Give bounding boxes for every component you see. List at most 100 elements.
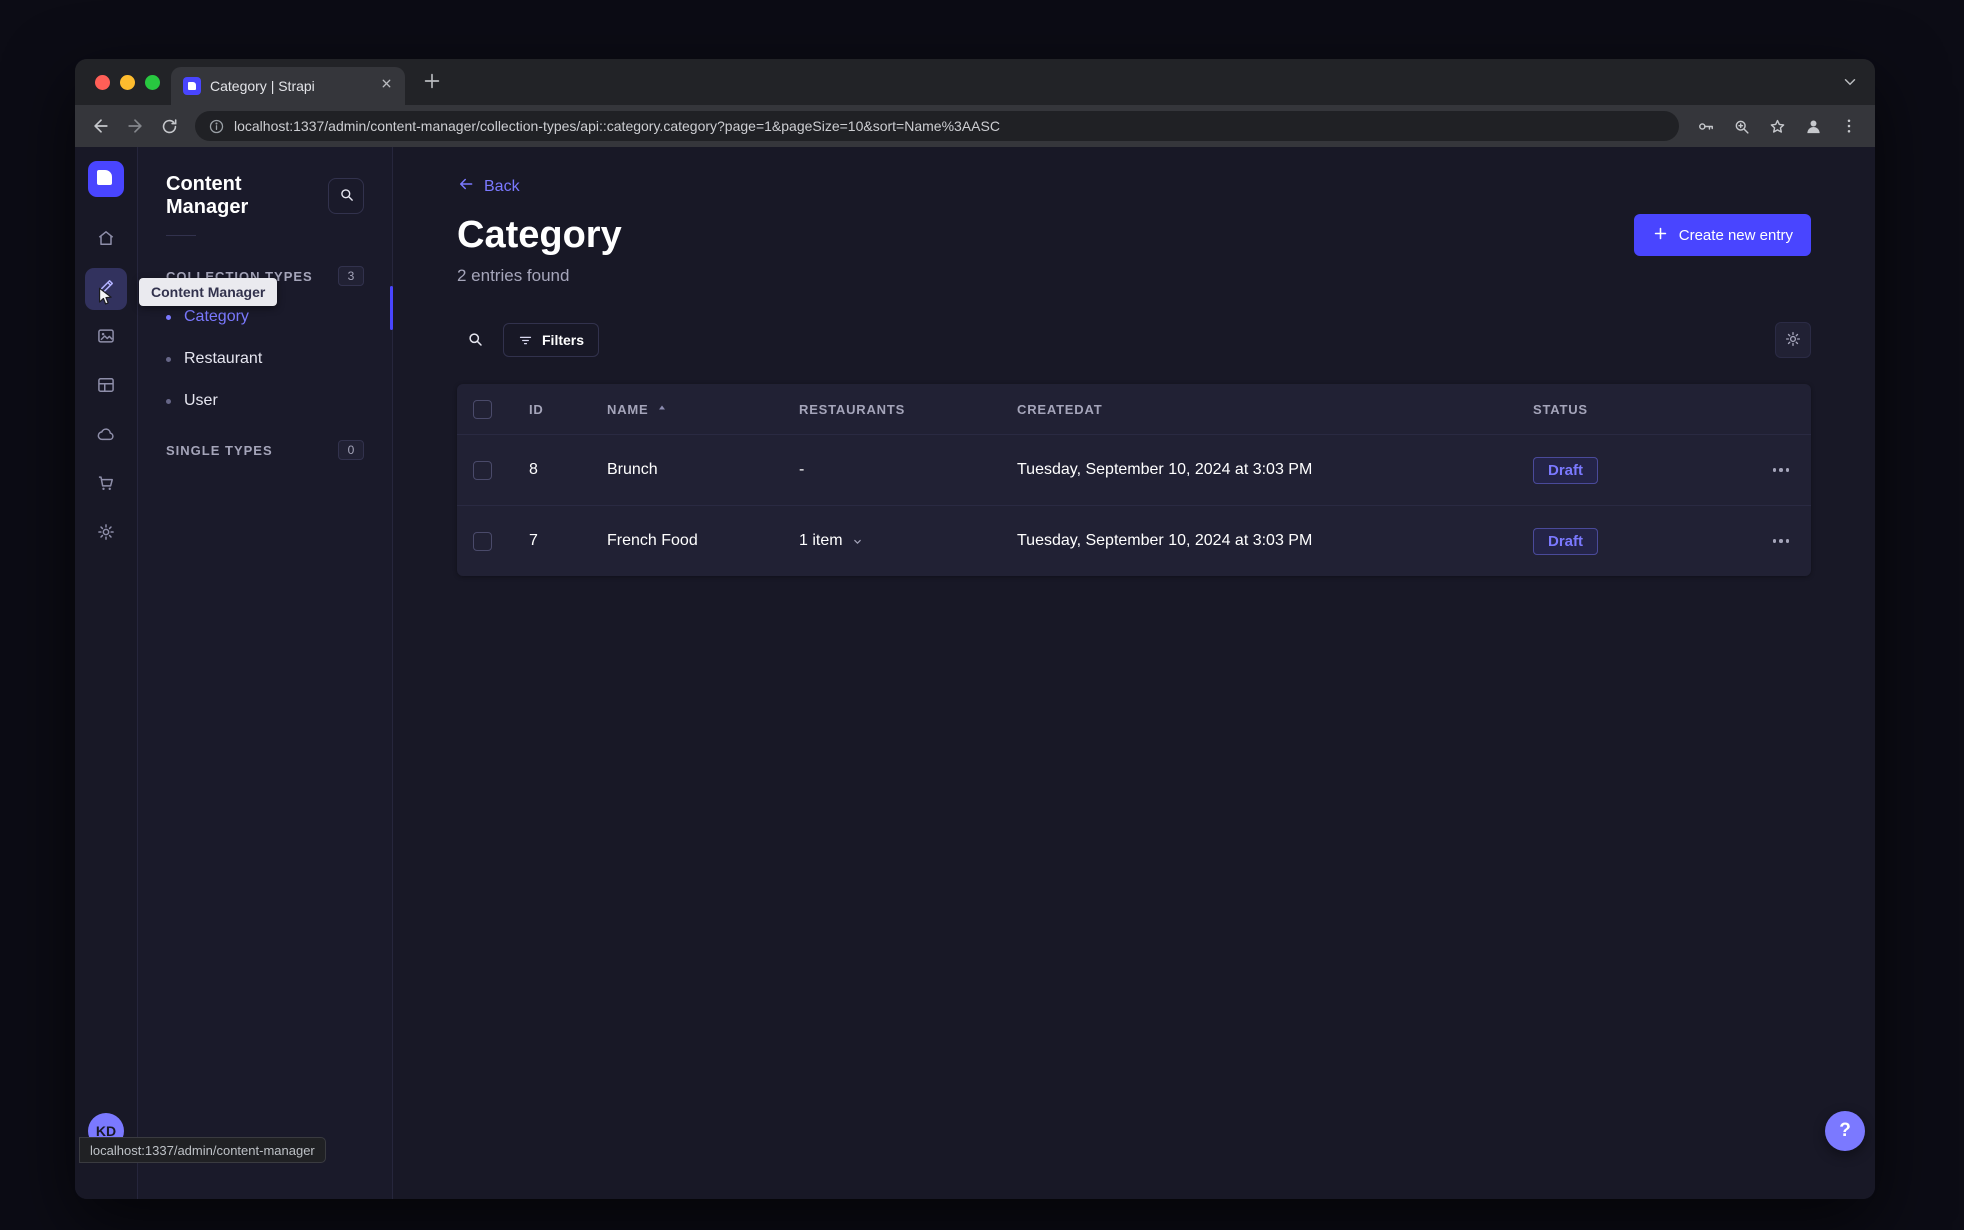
filters-button[interactable]: Filters [503, 323, 600, 357]
zoom-icon[interactable] [1725, 110, 1757, 142]
strapi-admin: KD Content Manager COLLECTION TYPES 3 Ca… [75, 147, 1875, 1199]
table-row[interactable]: 8 Brunch - Tuesday, September 10, 2024 a… [457, 434, 1811, 505]
sidebar-item-label: User [184, 392, 218, 409]
gear-icon [1784, 330, 1802, 351]
select-all-checkbox[interactable] [473, 399, 492, 419]
cell-createdat: Tuesday, September 10, 2024 at 3:03 PM [1017, 532, 1313, 549]
back-nav-icon[interactable] [85, 110, 117, 142]
bullet-icon [166, 314, 171, 320]
column-header-restaurants[interactable]: RESTAURANTS [799, 402, 1017, 417]
url-text: localhost:1337/admin/content-manager/col… [234, 118, 1000, 134]
cloud-icon [96, 424, 116, 449]
subnav-divider [166, 235, 196, 236]
entries-table: ID NAME RESTAURANTS CREATEDAT STATUS 8 B… [457, 384, 1811, 576]
link-status-bubble: localhost:1337/admin/content-manager [79, 1137, 326, 1163]
main-content: Back Category Create new entry 2 entries… [393, 147, 1875, 1199]
settings-gear-icon [96, 522, 116, 547]
site-info-icon[interactable] [208, 118, 225, 135]
home-icon [96, 228, 116, 253]
entries-count-text: 2 entries found [457, 266, 570, 285]
sidebar-item-user[interactable]: User [166, 380, 364, 422]
search-icon [338, 186, 355, 206]
cell-id: 8 [529, 461, 538, 478]
marketplace-cart-icon [96, 473, 116, 498]
tab-title: Category | Strapi [210, 78, 315, 94]
browser-menu-icon[interactable] [1833, 110, 1865, 142]
section-label: SINGLE TYPES [166, 442, 273, 458]
list-toolbar: Filters [457, 322, 1811, 358]
plus-icon [1652, 225, 1669, 246]
back-label: Back [484, 177, 520, 195]
profile-avatar-icon[interactable] [1797, 110, 1829, 142]
filters-label: Filters [542, 332, 585, 348]
row-checkbox[interactable] [473, 531, 492, 551]
browser-window: Category | Strapi localhost:1337/admin/c… [75, 59, 1875, 1199]
cell-name: French Food [607, 532, 698, 549]
status-badge: Draft [1533, 456, 1599, 484]
browser-tab[interactable]: Category | Strapi [171, 67, 405, 105]
row-checkbox[interactable] [473, 460, 492, 480]
tab-close-icon[interactable] [380, 77, 393, 95]
browser-toolbar: localhost:1337/admin/content-manager/col… [75, 105, 1875, 147]
status-badge: Draft [1533, 527, 1599, 555]
sidebar-item-restaurant[interactable]: Restaurant [166, 338, 364, 380]
zoom-window-button[interactable] [145, 74, 160, 90]
cell-createdat: Tuesday, September 10, 2024 at 3:03 PM [1017, 461, 1313, 478]
new-tab-button[interactable] [421, 70, 443, 97]
bookmark-star-icon[interactable] [1761, 110, 1793, 142]
column-header-id[interactable]: ID [529, 402, 607, 417]
content-type-builder-icon [96, 375, 116, 400]
cell-restaurants-label: 1 item [799, 532, 843, 549]
toolbar-right-icons [1689, 110, 1865, 142]
help-button[interactable]: ? [1825, 1111, 1865, 1151]
minimize-window-button[interactable] [120, 74, 135, 90]
column-header-status[interactable]: STATUS [1533, 402, 1731, 417]
column-header-createdat[interactable]: CREATEDAT [1017, 402, 1533, 417]
mouse-cursor [95, 286, 117, 313]
table-row[interactable]: 7 French Food 1 item Tuesday, September … [457, 505, 1811, 576]
chevron-down-icon [851, 535, 864, 548]
sidebar-item-label: Category [184, 308, 249, 325]
strapi-logo[interactable] [88, 161, 124, 197]
address-bar[interactable]: localhost:1337/admin/content-manager/col… [195, 111, 1679, 141]
table-header-row: ID NAME RESTAURANTS CREATEDAT STATUS [457, 384, 1811, 434]
cell-name: Brunch [607, 461, 658, 478]
create-new-entry-label: Create new entry [1678, 226, 1793, 244]
cell-restaurants[interactable]: 1 item [799, 532, 1017, 550]
media-library-nav-item[interactable] [85, 317, 127, 359]
tab-strip: Category | Strapi [75, 59, 1875, 105]
row-actions-menu-icon[interactable] [1767, 462, 1796, 478]
settings-nav-item[interactable] [85, 513, 127, 555]
view-settings-button[interactable] [1775, 322, 1811, 358]
search-icon [466, 330, 484, 351]
back-arrow-icon [457, 175, 475, 198]
subnav-search-button[interactable] [328, 178, 364, 214]
page-title: Category [457, 214, 622, 256]
cell-id: 7 [529, 532, 538, 549]
password-key-icon[interactable] [1689, 110, 1721, 142]
strapi-favicon [183, 77, 201, 95]
bullet-icon [166, 398, 171, 404]
back-link[interactable]: Back [457, 175, 520, 198]
filter-icon [518, 333, 533, 348]
content-manager-tooltip: Content Manager [139, 278, 278, 306]
sort-ascending-icon [656, 402, 668, 417]
home-nav-item[interactable] [85, 219, 127, 261]
column-header-name[interactable]: NAME [607, 402, 799, 417]
reload-icon[interactable] [153, 110, 185, 142]
marketplace-nav-item[interactable] [85, 464, 127, 506]
cloud-nav-item[interactable] [85, 415, 127, 457]
single-types-count-badge: 0 [338, 440, 364, 460]
window-controls [95, 74, 160, 90]
collection-types-count-badge: 3 [338, 266, 364, 286]
list-search-button[interactable] [457, 322, 493, 358]
column-header-name-label: NAME [607, 401, 649, 417]
cell-restaurants: - [799, 461, 805, 478]
close-window-button[interactable] [95, 74, 110, 90]
tab-search-chevron-icon[interactable] [1841, 73, 1859, 96]
row-actions-menu-icon[interactable] [1767, 533, 1796, 549]
media-library-icon [96, 326, 116, 351]
create-new-entry-button[interactable]: Create new entry [1633, 214, 1811, 256]
content-type-builder-nav-item[interactable] [85, 366, 127, 408]
forward-nav-icon[interactable] [119, 110, 151, 142]
